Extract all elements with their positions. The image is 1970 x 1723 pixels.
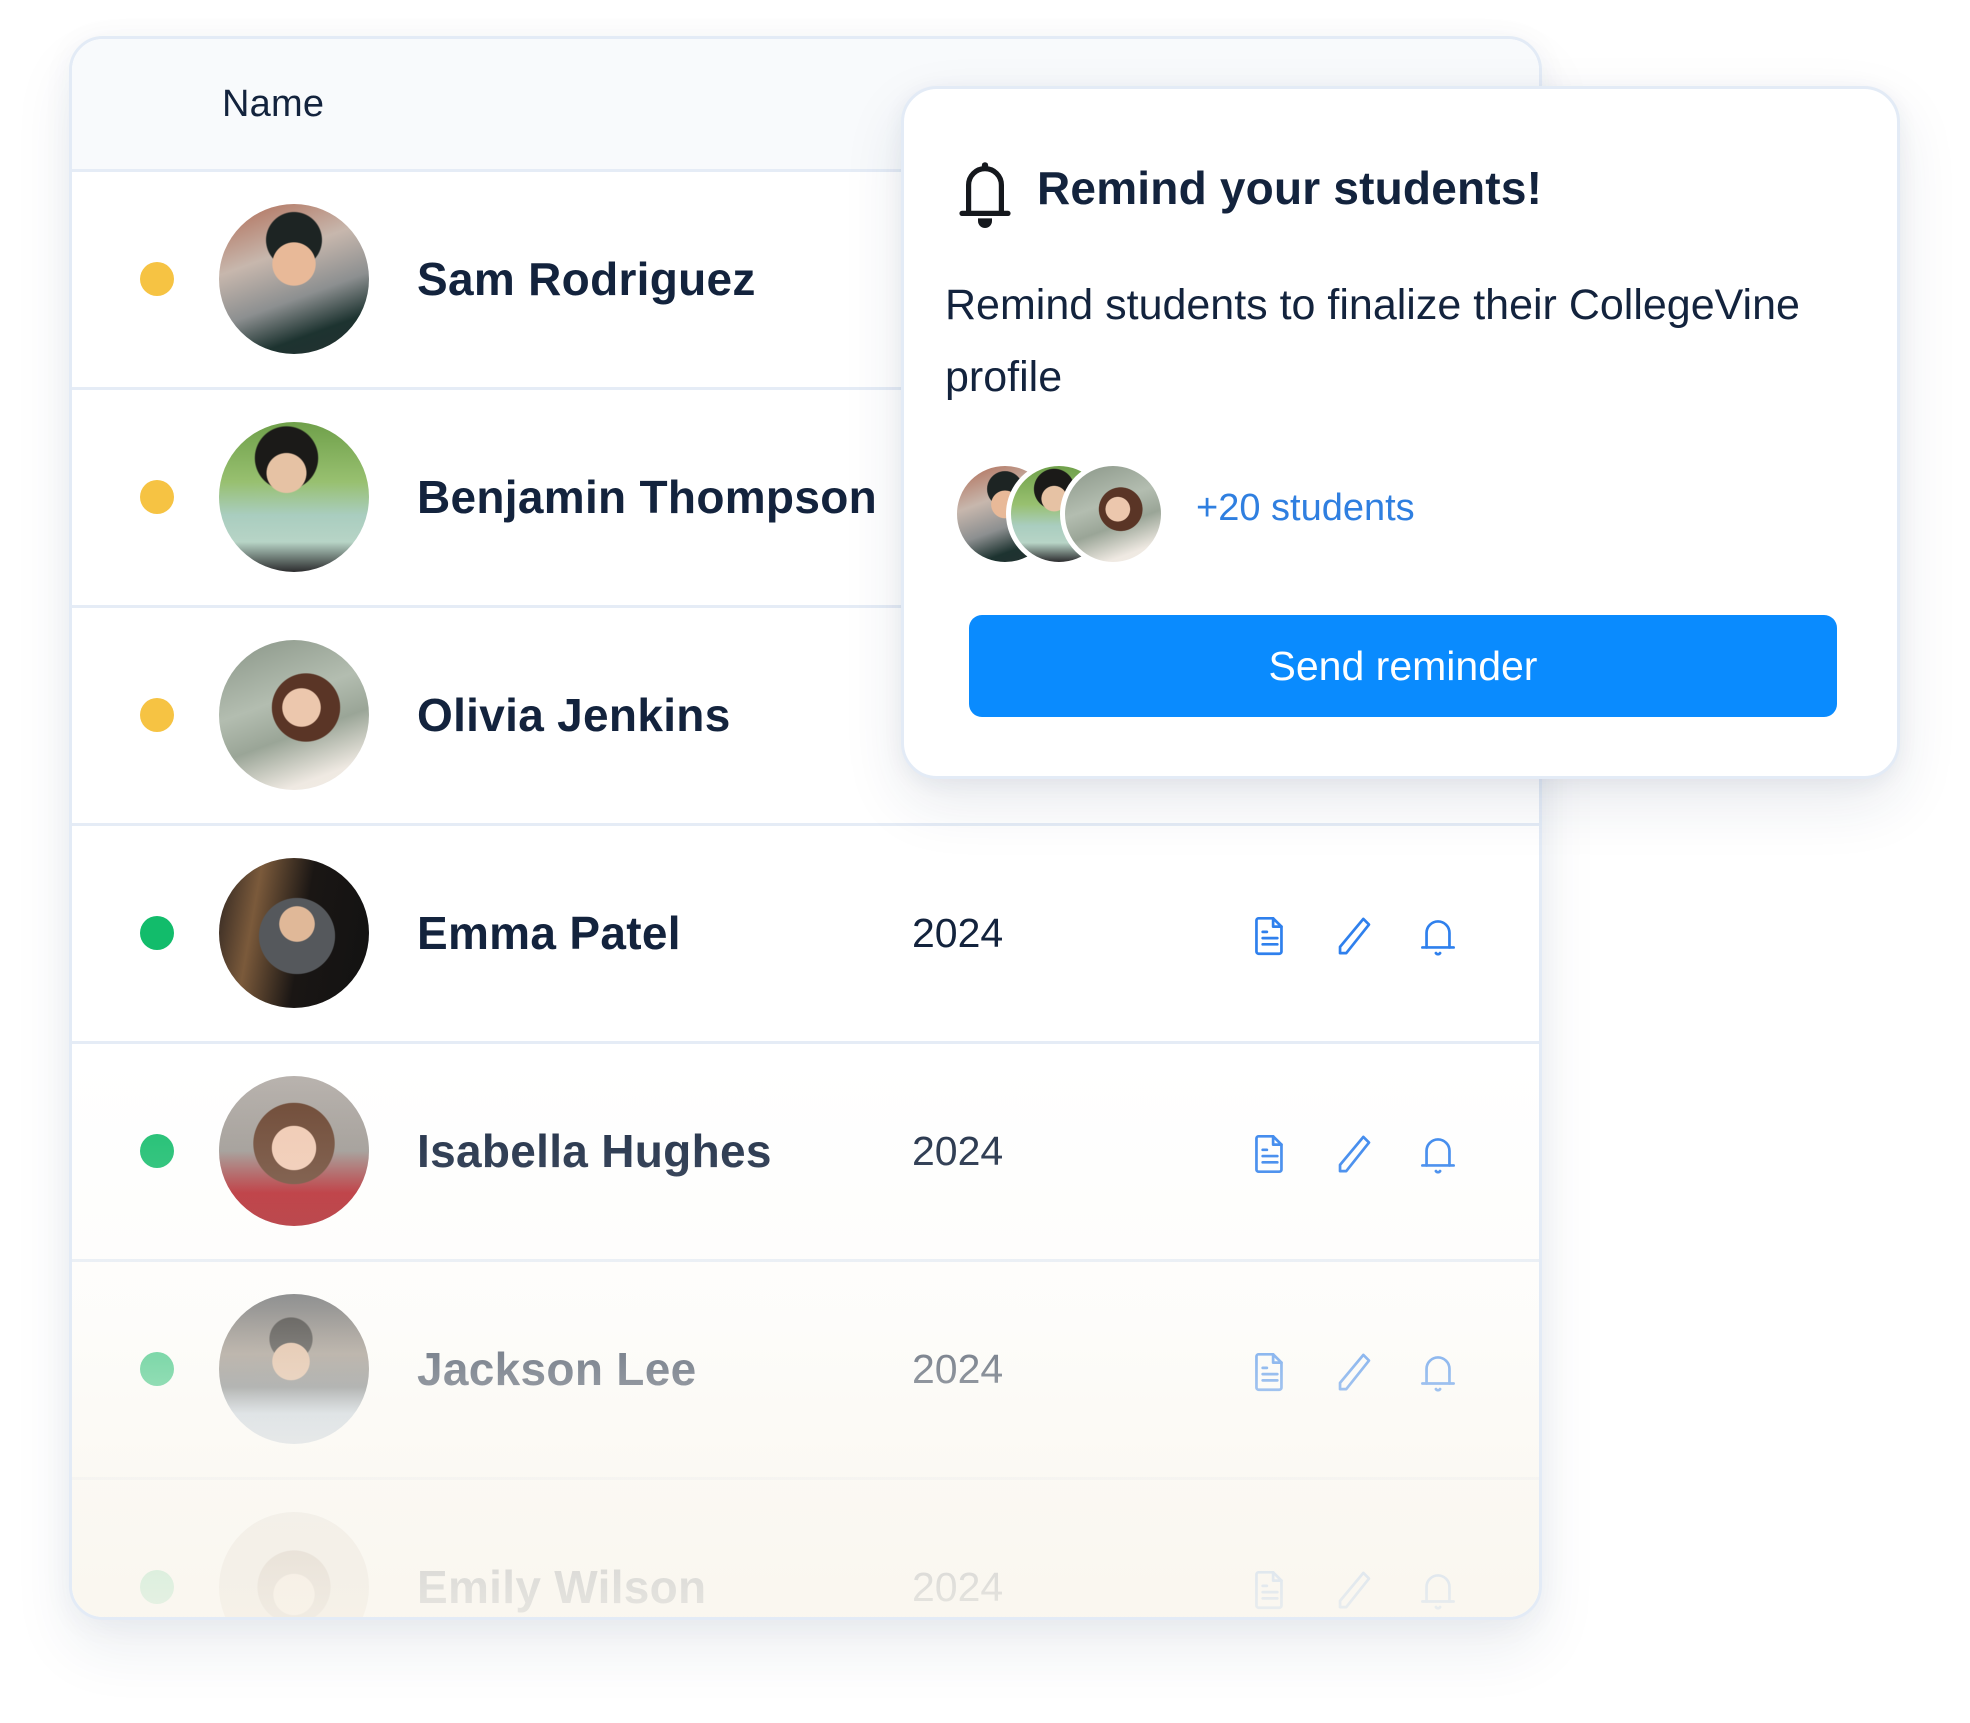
student-row[interactable]: Emma Patel 2024 [72, 826, 1539, 1044]
popup-message: Remind students to finalize their Colleg… [945, 281, 1800, 401]
student-name[interactable]: Sam Rodriguez [417, 252, 756, 306]
send-reminder-button[interactable]: Send reminder [969, 615, 1837, 717]
student-name[interactable]: Benjamin Thompson [417, 470, 877, 524]
pencil-icon [1338, 1135, 1371, 1173]
edit-button[interactable] [1326, 1126, 1382, 1182]
student-row[interactable]: Jackson Lee 2024 [72, 1262, 1539, 1480]
view-profile-button[interactable] [1242, 908, 1298, 964]
student-avatar [219, 1076, 369, 1226]
student-avatar [219, 422, 369, 572]
graduation-year: 2024 [912, 1128, 1004, 1174]
student-name[interactable]: Jackson Lee [417, 1342, 696, 1396]
row-actions [1242, 1126, 1494, 1182]
document-icon [1255, 1570, 1283, 1610]
student-name[interactable]: Olivia Jenkins [417, 688, 731, 742]
remind-button[interactable] [1410, 1562, 1466, 1617]
status-dot [140, 262, 174, 296]
student-avatar [219, 204, 369, 354]
document-icon [1255, 1352, 1283, 1392]
status-dot [140, 916, 174, 950]
status-dot [140, 1134, 174, 1168]
bell-icon [1421, 1138, 1455, 1174]
graduation-year: 2024 [912, 910, 1004, 956]
edit-button[interactable] [1326, 1344, 1382, 1400]
document-icon [1255, 1134, 1283, 1174]
graduation-year: 2024 [912, 1346, 1004, 1392]
row-actions [1242, 1562, 1494, 1617]
popup-title: Remind your students! [1037, 162, 1543, 214]
more-students-link[interactable]: +20 students [1196, 487, 1415, 530]
edit-button[interactable] [1326, 1562, 1382, 1617]
column-header-name[interactable]: Name [222, 83, 324, 126]
remind-button[interactable] [1410, 1344, 1466, 1400]
pencil-icon [1338, 1353, 1371, 1391]
remind-button[interactable] [1410, 908, 1466, 964]
student-avatar [219, 640, 369, 790]
view-profile-button[interactable] [1242, 1126, 1298, 1182]
status-dot [140, 698, 174, 732]
student-avatar [219, 1512, 369, 1617]
bell-icon [1421, 1574, 1455, 1610]
student-avatar [219, 1294, 369, 1444]
remind-button[interactable] [1410, 1126, 1466, 1182]
bell-icon [1421, 920, 1455, 956]
student-name[interactable]: Emily Wilson [417, 1560, 706, 1614]
stacked-student-avatar [1060, 461, 1166, 567]
status-dot [140, 1570, 174, 1604]
graduation-year: 2024 [912, 1564, 1004, 1610]
student-name[interactable]: Isabella Hughes [417, 1124, 772, 1178]
view-profile-button[interactable] [1242, 1562, 1298, 1617]
status-dot [140, 480, 174, 514]
view-profile-button[interactable] [1242, 1344, 1298, 1400]
student-row[interactable]: Emily Wilson 2024 [72, 1480, 1539, 1617]
bell-icon [1421, 1356, 1455, 1392]
student-avatar-stack [952, 461, 1192, 567]
row-actions [1242, 908, 1494, 964]
document-icon [1255, 916, 1283, 956]
edit-button[interactable] [1326, 908, 1382, 964]
pencil-icon [1338, 1571, 1371, 1609]
reminder-popup: Remind your students! Remind students to… [901, 86, 1900, 779]
student-row[interactable]: Isabella Hughes 2024 [72, 1044, 1539, 1262]
pencil-icon [1338, 917, 1371, 955]
student-avatar [219, 858, 369, 1008]
student-name[interactable]: Emma Patel [417, 906, 681, 960]
status-dot [140, 1352, 174, 1386]
row-actions [1242, 1344, 1494, 1400]
bell-icon [959, 162, 1011, 228]
